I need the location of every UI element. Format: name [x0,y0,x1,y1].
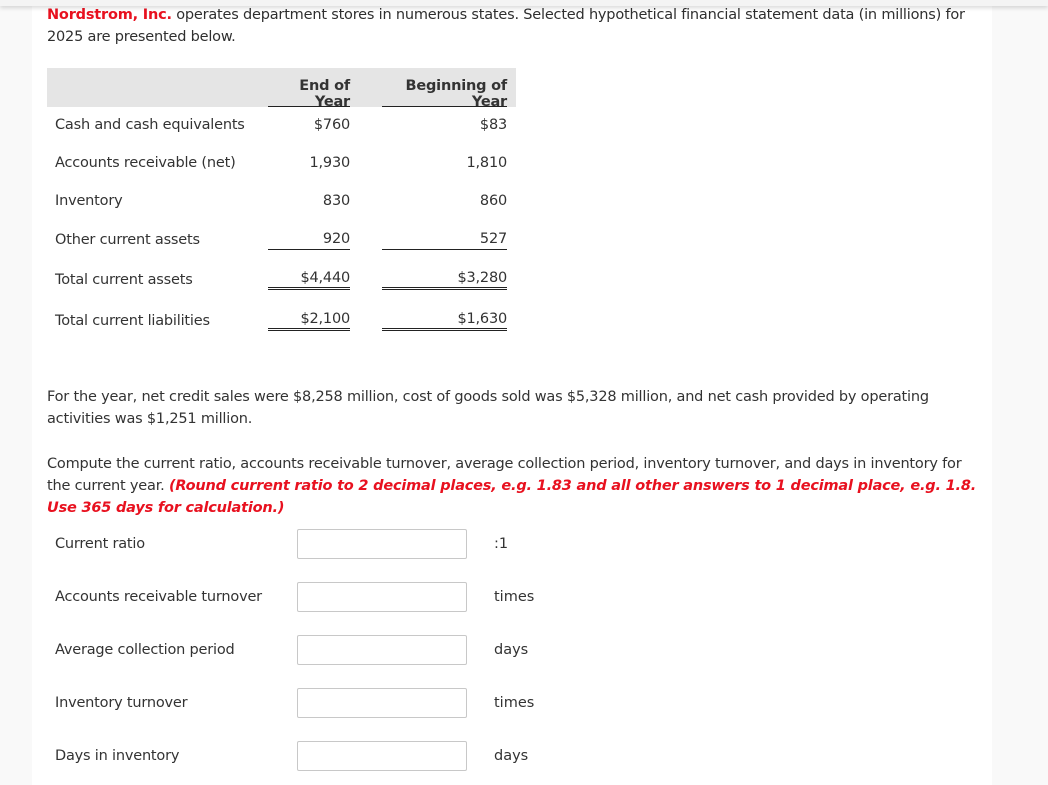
row-label: Other current assets [55,232,200,248]
cell-end-of-year: 920 [268,231,350,250]
row-label: Inventory [55,193,123,209]
row-label: Total current assets [55,272,193,288]
current-ratio-input[interactable] [297,529,467,559]
cell-end-of-year: 1,930 [309,155,350,171]
unit-label: days [494,748,529,764]
unit-label: days [494,642,529,658]
cell-end-of-year: $4,440 [268,270,350,290]
unit-label: times [494,695,535,711]
row-label: Cash and cash equivalents [55,117,245,133]
question-label: Inventory turnover [55,695,188,711]
sales-info-paragraph: For the year, net credit sales were $8,2… [47,389,929,427]
question-label: Current ratio [55,536,145,552]
avg-collection-period-input[interactable] [297,635,467,665]
header-underline [382,106,507,107]
cell-beginning-of-year: $83 [479,117,507,133]
cell-beginning-of-year: 527 [382,231,507,250]
cell-end-of-year: 830 [322,193,350,209]
cell-beginning-of-year: $1,630 [382,311,507,331]
inventory-turnover-input[interactable] [297,688,467,718]
intro-text: Nordstrom, Inc. operates department stor… [47,4,977,48]
cell-beginning-of-year: 860 [479,193,507,209]
days-in-inventory-input[interactable] [297,741,467,771]
intro-body: operates department stores in numerous s… [47,7,965,45]
question-label: Accounts receivable turnover [55,589,262,605]
question-panel: Nordstrom, Inc. operates department stor… [32,0,992,785]
unit-label: times [494,589,535,605]
company-name: Nordstrom, Inc. [47,7,172,23]
ar-turnover-input[interactable] [297,582,467,612]
cell-end-of-year: $760 [313,117,350,133]
row-label: Total current liabilities [55,313,210,329]
rounding-instruction: (Round current ratio to 2 decimal places… [47,478,977,516]
question-label: Average collection period [55,642,235,658]
row-label: Accounts receivable (net) [55,155,236,171]
unit-label: :1 [494,536,509,552]
top-bar [0,0,1048,6]
question-label: Days in inventory [55,748,180,764]
instructions-paragraph: Compute the current ratio, accounts rece… [47,453,977,519]
header-underline [268,106,350,107]
cell-beginning-of-year: 1,810 [466,155,507,171]
cell-beginning-of-year: $3,280 [382,270,507,290]
cell-end-of-year: $2,100 [268,311,350,331]
